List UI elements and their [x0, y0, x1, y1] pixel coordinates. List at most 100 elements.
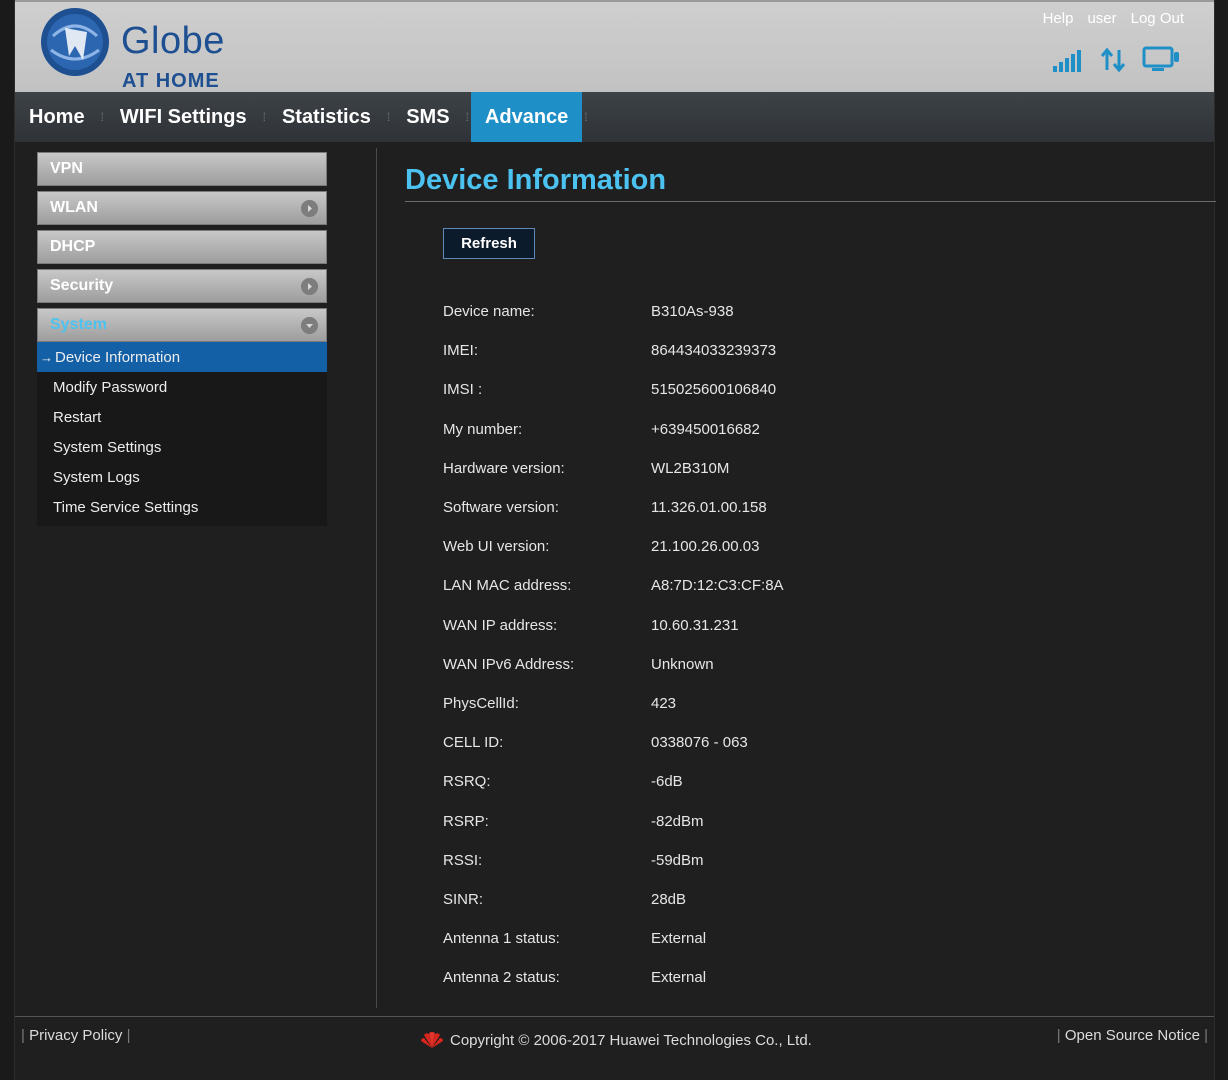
- info-row: Software version: 11.326.01.00.158: [443, 488, 784, 527]
- info-label: IMSI :: [443, 381, 483, 399]
- info-label: Hardware version:: [443, 459, 565, 477]
- sidebar-item-label: Security: [50, 277, 114, 294]
- sidebar-item-dhcp[interactable]: DHCP: [37, 230, 327, 264]
- submenu-system-logs[interactable]: System Logs: [37, 462, 327, 492]
- main-nav: Home ⁞ WIFI Settings ⁞ Statistics ⁞ SMS …: [15, 92, 1214, 142]
- pipe-separator: |: [21, 1027, 30, 1044]
- info-value: A8:7D:12:C3:CF:8A: [651, 577, 784, 595]
- nav-advance[interactable]: Advance: [470, 92, 583, 142]
- info-label: Software version:: [443, 499, 559, 517]
- title-divider: [405, 201, 1216, 202]
- privacy-policy-link[interactable]: Privacy Policy: [29, 1027, 122, 1044]
- info-label: Web UI version:: [443, 538, 550, 556]
- info-value: -59dBm: [651, 851, 704, 869]
- info-row: Device name: B310As-938: [443, 292, 784, 331]
- nav-wifi-settings[interactable]: WIFI Settings: [106, 92, 261, 142]
- info-value: External: [651, 930, 707, 948]
- copyright-text: Copyright © 2006-2017 Huawei Technologie…: [450, 1031, 812, 1049]
- info-value: Unknown: [651, 655, 714, 673]
- chevron-down-icon: [301, 317, 318, 334]
- info-value: 21.100.26.00.03: [651, 538, 760, 556]
- info-row: LAN MAC address: A8:7D:12:C3:CF:8A: [443, 566, 784, 605]
- pipe-separator: |: [1199, 1027, 1208, 1044]
- page-title: Device Information: [405, 164, 667, 196]
- nav-separator: ⁞: [262, 110, 266, 124]
- logout-link[interactable]: Log Out: [1131, 10, 1184, 27]
- info-label: Antenna 1 status:: [443, 930, 560, 948]
- info-label: RSRQ:: [443, 773, 491, 791]
- refresh-button[interactable]: Refresh: [443, 228, 535, 259]
- info-row: Antenna 2 status: External: [443, 958, 784, 997]
- info-label: WAN IP address:: [443, 616, 558, 634]
- data-transfer-icon[interactable]: [1100, 48, 1126, 72]
- info-row: Hardware version: WL2B310M: [443, 449, 784, 488]
- signal-strength-icon[interactable]: [1052, 50, 1084, 72]
- info-row: RSRQ: -6dB: [443, 762, 784, 801]
- globe-logo-icon: [41, 8, 109, 76]
- huawei-logo-icon: [421, 1032, 443, 1048]
- info-label: RSRP:: [443, 812, 489, 830]
- info-row: PhysCellId: 423: [443, 684, 784, 723]
- info-value: External: [651, 969, 707, 987]
- info-label: LAN MAC address:: [443, 577, 572, 595]
- info-row: IMEI: 864434033239373: [443, 331, 784, 370]
- sidebar-item-label: DHCP: [50, 238, 96, 255]
- device-info-table: Device name: B310As-938 IMEI: 864434033239…: [443, 292, 784, 997]
- submenu-device-information[interactable]: → Device Information: [37, 342, 327, 372]
- sidebar-item-system[interactable]: System: [37, 308, 327, 342]
- info-value: 10.60.31.231: [651, 616, 739, 634]
- info-label: SINR:: [443, 890, 484, 908]
- info-value: 11.326.01.00.158: [651, 499, 767, 517]
- info-value: 423: [651, 694, 677, 712]
- info-row: CELL ID: 0338076 - 063: [443, 723, 784, 762]
- monitor-icon[interactable]: [1142, 46, 1180, 72]
- help-link[interactable]: Help: [1043, 10, 1074, 27]
- info-label: IMEI:: [443, 342, 479, 360]
- user-link[interactable]: user: [1087, 10, 1116, 27]
- chevron-right-icon: [301, 278, 318, 295]
- sidebar-item-label: VPN: [50, 160, 83, 177]
- arrow-right-icon: →: [40, 349, 53, 365]
- nav-separator: ⁞: [100, 110, 104, 124]
- info-value: 0338076 - 063: [651, 734, 748, 752]
- info-row: Antenna 1 status: External: [443, 919, 784, 958]
- sidebar-item-security[interactable]: Security: [37, 269, 327, 303]
- sidebar: VPN WLAN DHCP Security System → Device I…: [37, 152, 327, 526]
- status-icons: [1052, 46, 1180, 72]
- info-label: WAN IPv6 Address:: [443, 655, 575, 673]
- sidebar-item-vpn[interactable]: VPN: [37, 152, 327, 186]
- nav-sms[interactable]: SMS: [392, 92, 463, 142]
- info-row: WAN IPv6 Address: Unknown: [443, 645, 784, 684]
- sidebar-item-wlan[interactable]: WLAN: [37, 191, 327, 225]
- nav-separator: ⁞: [584, 110, 588, 124]
- pipe-separator: |: [1056, 1027, 1065, 1044]
- top-links: Help user Log Out: [1043, 10, 1184, 27]
- open-source-notice-link[interactable]: Open Source Notice: [1065, 1027, 1200, 1044]
- info-value: WL2B310M: [651, 459, 730, 477]
- brand-subtitle: AT HOME: [122, 70, 220, 92]
- privacy-policy-link-wrap: | Privacy Policy |: [21, 1027, 131, 1044]
- info-label: Device name:: [443, 303, 535, 321]
- nav-separator: ⁞: [386, 110, 391, 124]
- info-row: IMSI : 515025600106840: [443, 370, 784, 409]
- info-row: WAN IP address: 10.60.31.231: [443, 606, 784, 645]
- info-label: RSSI:: [443, 851, 483, 869]
- nav-statistics[interactable]: Statistics: [268, 92, 385, 142]
- submenu-time-service-settings[interactable]: Time Service Settings: [37, 492, 327, 522]
- info-value: -6dB: [651, 773, 683, 791]
- sidebar-item-label: System: [50, 316, 107, 333]
- info-label: My number:: [443, 420, 523, 438]
- content-divider: [376, 148, 377, 1008]
- info-label: PhysCellId:: [443, 694, 519, 712]
- info-value: -82dBm: [651, 812, 704, 830]
- info-row: RSSI: -59dBm: [443, 841, 784, 880]
- submenu-restart[interactable]: Restart: [37, 402, 327, 432]
- info-row: Web UI version: 21.100.26.00.03: [443, 527, 784, 566]
- submenu-system-settings[interactable]: System Settings: [37, 432, 327, 462]
- info-row: SINR: 28dB: [443, 880, 784, 919]
- info-value: +639450016682: [651, 420, 760, 438]
- chevron-right-icon: [301, 200, 318, 217]
- nav-home[interactable]: Home: [15, 92, 99, 142]
- submenu-modify-password[interactable]: Modify Password: [37, 372, 327, 402]
- info-row: RSRP: -82dBm: [443, 801, 784, 840]
